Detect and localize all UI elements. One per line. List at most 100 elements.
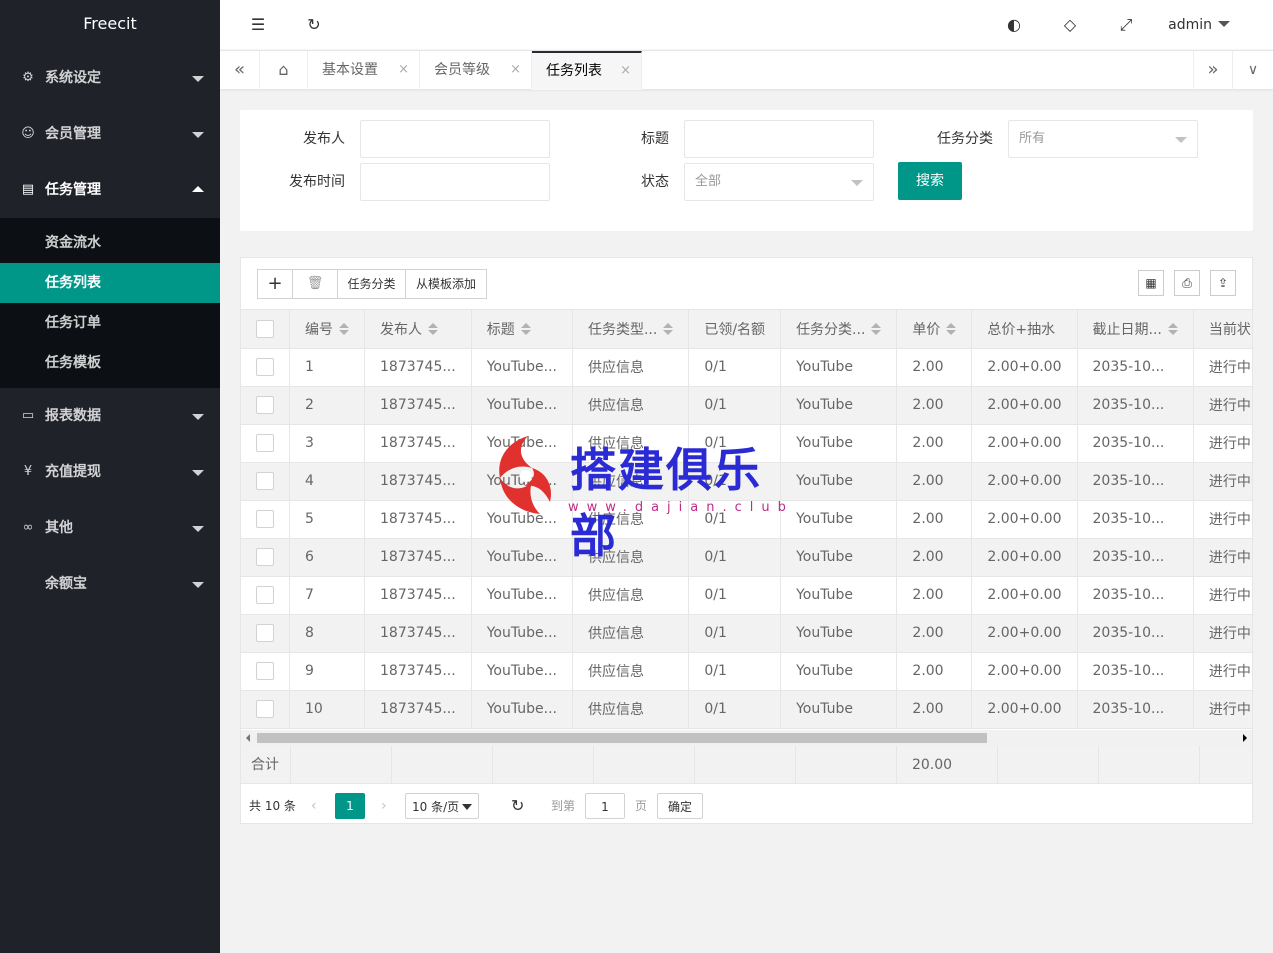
user-menu[interactable]: admin — [1168, 0, 1230, 50]
columns-icon[interactable]: ▦ — [1138, 270, 1164, 296]
add-from-template-button[interactable]: 从模板添加 — [405, 269, 487, 299]
title-input[interactable] — [684, 120, 874, 158]
table-cell: YouTube — [780, 348, 898, 387]
table-row[interactable]: 6 1873745... YouTube... 供应信息 0/1 YouTube 2.00 2… — [241, 538, 1252, 577]
col-header-publisher[interactable]: 发布人 — [364, 310, 472, 349]
delete-button[interactable]: 🗑 — [292, 269, 338, 299]
table-cell: 2035-10... — [1077, 424, 1194, 463]
search-button[interactable]: 搜索 — [898, 162, 962, 200]
close-icon[interactable]: × — [510, 51, 521, 89]
sidebar-subitem-fund-flow[interactable]: 资金流水 — [0, 223, 220, 263]
table-row[interactable]: 7 1873745... YouTube... 供应信息 0/1 YouTube 2.00 2… — [241, 576, 1252, 615]
table-row[interactable]: 1 1873745... YouTube... 供应信息 0/1 YouTube 2.00 2… — [241, 348, 1252, 387]
refresh-icon[interactable]: ↻ — [304, 15, 324, 35]
table-row[interactable]: 3 1873745... YouTube... 供应信息 0/1 YouTube 2.00 2… — [241, 424, 1252, 463]
tabs-scroll-left-icon[interactable]: « — [220, 51, 260, 90]
page-size-select[interactable]: 10 条/页 — [405, 793, 479, 819]
sort-icon[interactable] — [663, 322, 674, 335]
prev-page-icon[interactable]: ‹ — [311, 793, 317, 819]
sort-icon[interactable] — [428, 322, 438, 335]
sort-icon[interactable] — [946, 322, 957, 335]
sidebar-item-yuebao[interactable]: 余额宝 — [0, 556, 220, 612]
tab-member-levels[interactable]: 会员等级 × — [420, 51, 532, 90]
close-icon[interactable]: × — [398, 51, 409, 89]
col-header-id[interactable]: 编号 — [289, 310, 365, 349]
col-header-category[interactable]: 任务分类... — [780, 310, 898, 349]
sidebar-item-recharge[interactable]: ¥ 充值提现 — [0, 444, 220, 500]
tag-icon[interactable]: ◇ — [1060, 15, 1080, 35]
tab-task-list[interactable]: 任务列表 × — [532, 51, 642, 90]
total-label: 合计 — [241, 746, 291, 784]
table-row[interactable]: 5 1873745... YouTube... 供应信息 0/1 YouTube 2.00 2… — [241, 500, 1252, 539]
col-header-unit-price[interactable]: 单价 — [896, 310, 973, 349]
goto-page-input[interactable]: 1 — [585, 793, 625, 819]
table-cell: 2.00+0.00 — [971, 576, 1078, 615]
add-button[interactable]: + — [257, 269, 293, 299]
menu-collapse-icon[interactable]: ☰ — [248, 15, 268, 35]
row-checkbox[interactable] — [256, 434, 274, 452]
publish-time-input[interactable] — [360, 163, 550, 201]
row-checkbox[interactable] — [256, 510, 274, 528]
row-checkbox[interactable] — [256, 358, 274, 376]
tab-basic-settings[interactable]: 基本设置 × — [308, 51, 420, 90]
sidebar-item-reports[interactable]: ▭ 报表数据 — [0, 388, 220, 444]
row-checkbox[interactable] — [256, 548, 274, 566]
scroll-left-icon[interactable] — [246, 734, 250, 742]
table-row[interactable]: 2 1873745... YouTube... 供应信息 0/1 YouTube 2.00 2… — [241, 386, 1252, 425]
table-cell: YouTube — [780, 614, 898, 653]
home-icon[interactable]: ⌂ — [260, 51, 308, 90]
table-cell: 0/1 — [688, 652, 782, 691]
select-all-checkbox[interactable] — [256, 319, 274, 338]
sidebar-item-tasks[interactable]: ▤ 任务管理 — [0, 162, 220, 218]
sidebar-subitem-task-orders[interactable]: 任务订单 — [0, 303, 220, 343]
task-category-button[interactable]: 任务分类 — [337, 269, 406, 299]
col-header-title[interactable]: 标题 — [471, 310, 573, 349]
table-row[interactable]: 9 1873745... YouTube... 供应信息 0/1 YouTube 2.00 2… — [241, 652, 1252, 691]
goto-confirm-button[interactable]: 确定 — [657, 793, 703, 819]
table-row[interactable]: 8 1873745... YouTube... 供应信息 0/1 YouTube 2.00 2… — [241, 614, 1252, 653]
close-icon[interactable]: × — [620, 53, 631, 89]
scrollbar-thumb[interactable] — [257, 733, 987, 743]
caret-down-icon — [462, 804, 472, 810]
category-select[interactable]: 所有 — [1008, 120, 1198, 158]
scroll-right-icon[interactable] — [1243, 734, 1247, 742]
sort-icon[interactable] — [339, 322, 349, 335]
row-select-cell — [241, 424, 290, 463]
palette-icon[interactable]: ◐ — [1004, 15, 1024, 35]
status-select[interactable]: 全部 — [684, 163, 874, 201]
page-1-button[interactable]: 1 — [335, 793, 365, 819]
sidebar-item-system[interactable]: ⚙ 系统设定 — [0, 50, 220, 106]
fullscreen-icon[interactable]: ⤢ — [1116, 15, 1136, 35]
col-header-deadline[interactable]: 截止日期... — [1077, 310, 1194, 349]
row-checkbox[interactable] — [256, 396, 274, 414]
sort-icon[interactable] — [871, 322, 882, 335]
sidebar-subitem-task-list[interactable]: 任务列表 — [0, 263, 220, 303]
col-header-task-type[interactable]: 任务类型... — [572, 310, 690, 349]
publisher-input[interactable] — [360, 120, 550, 158]
sidebar-subitem-task-templates[interactable]: 任务模板 — [0, 343, 220, 383]
tabs-scroll-right-icon[interactable]: » — [1193, 51, 1233, 90]
sidebar-item-members[interactable]: ☺ 会员管理 — [0, 106, 220, 162]
col-header-label: 发布人 — [380, 321, 422, 338]
row-checkbox[interactable] — [256, 662, 274, 680]
print-icon[interactable]: ⎙ — [1174, 270, 1200, 296]
table-cell: 2035-10... — [1077, 348, 1194, 387]
table-cell: 供应信息 — [572, 690, 690, 729]
row-checkbox[interactable] — [256, 624, 274, 642]
row-select-cell — [241, 652, 290, 691]
horizontal-scrollbar[interactable] — [241, 730, 1252, 746]
next-page-icon[interactable]: › — [381, 793, 387, 819]
sort-icon[interactable] — [1167, 322, 1178, 335]
export-icon[interactable]: ⇪ — [1210, 270, 1236, 296]
table-row[interactable]: 10 1873745... YouTube... 供应信息 0/1 YouTube 2.00… — [241, 690, 1252, 729]
table-cell: 1873745... — [364, 652, 472, 691]
tabs-menu-chevron-icon[interactable]: ∨ — [1233, 51, 1273, 90]
row-checkbox[interactable] — [256, 586, 274, 604]
row-checkbox[interactable] — [256, 700, 274, 718]
table-row[interactable]: 4 1873745... YouTube... 供应信息 0/1 YouTube 2.00 2… — [241, 462, 1252, 501]
sidebar-item-other[interactable]: ∞ 其他 — [0, 500, 220, 556]
row-checkbox[interactable] — [256, 472, 274, 490]
refresh-icon[interactable]: ↻ — [511, 793, 524, 819]
app-logo[interactable]: Freecit — [0, 0, 220, 50]
sort-icon[interactable] — [520, 322, 531, 335]
